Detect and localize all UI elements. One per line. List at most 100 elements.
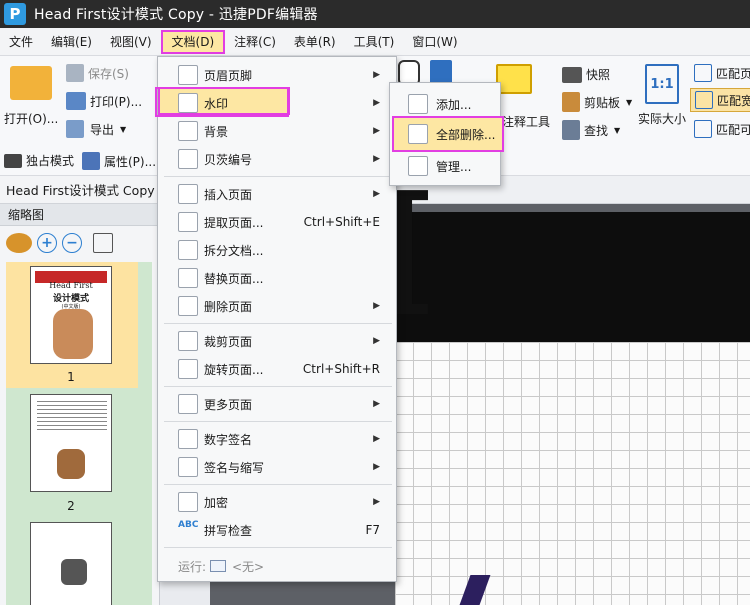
replace-page-icon — [178, 268, 198, 288]
crown-icon — [4, 153, 22, 168]
delete-watermark-icon — [408, 124, 428, 144]
note-tool-icon-button[interactable] — [496, 64, 532, 94]
menu-separator — [164, 547, 392, 548]
clipboard-button[interactable]: 剪贴板 ▼ — [562, 92, 632, 112]
page-photo-image — [61, 559, 87, 585]
page-text-lines — [37, 401, 107, 431]
folder-icon — [10, 66, 53, 100]
menu-insert-pages[interactable]: 插入页面 ▶ — [160, 181, 394, 207]
thumbnail-page-1[interactable]: Head First 设计模式 (中文版) — [30, 266, 112, 364]
save-button[interactable]: 保存(S) — [66, 64, 129, 82]
document-menu-dropdown: 页眉页脚 ▶ 水印 ▶ 背景 ▶ 贝茨编号 ▶ 插入页面 ▶ 提取页面... C… — [157, 56, 397, 582]
fit-visible-button[interactable]: 匹配可 — [694, 120, 750, 138]
find-button[interactable]: 查找 ▼ — [562, 120, 620, 140]
menu-separator — [164, 484, 392, 485]
submenu-delete-all-watermarks[interactable]: 全部删除... — [392, 121, 498, 147]
menu-extract-pages[interactable]: 提取页面... Ctrl+Shift+E — [160, 209, 394, 235]
find-icon — [562, 120, 580, 140]
menu-separator — [164, 386, 392, 387]
watermark-submenu: 添加... 全部删除... 管理... — [389, 82, 504, 186]
actual-size-icon: 1:1 — [645, 64, 679, 104]
properties-button[interactable]: 属性(P)... — [82, 152, 156, 170]
menu-split-document[interactable]: 拆分文档... — [160, 237, 394, 263]
submenu-arrow-icon: ▶ — [373, 497, 380, 507]
crop-page-icon — [178, 331, 198, 351]
menu-rotate-pages[interactable]: 旋转页面... Ctrl+Shift+R — [160, 356, 394, 382]
page-header-dark-area — [395, 212, 750, 342]
chevron-down-icon: ▼ — [614, 125, 621, 135]
fit-visible-icon — [694, 120, 712, 138]
run-value: <无> — [232, 559, 265, 574]
menu-form[interactable]: 表单(R) — [285, 30, 345, 54]
options-gear-icon[interactable] — [6, 233, 32, 253]
open-label: 打开(O)... — [4, 112, 59, 126]
print-button[interactable]: 打印(P)... — [66, 92, 142, 110]
more-pages-icon — [178, 394, 198, 414]
menu-comment[interactable]: 注释(C) — [225, 30, 285, 54]
export-icon — [66, 120, 84, 138]
menu-run-action[interactable]: 运行: <无> — [160, 553, 394, 579]
split-document-icon — [178, 240, 198, 260]
thumbnail-list: Head First 设计模式 (中文版) 1 2 — [6, 262, 152, 605]
cover-title: Head First — [49, 281, 93, 290]
page-photo-image — [57, 449, 85, 479]
fit-width-button[interactable]: 匹配宽 — [690, 88, 750, 112]
menu-view[interactable]: 视图(V) — [101, 30, 161, 54]
run-label: 运行: — [178, 559, 207, 574]
open-button[interactable]: 打开(O)... — [4, 66, 58, 127]
menu-edit[interactable]: 编辑(E) — [42, 30, 101, 54]
export-button[interactable]: 导出 ▼ — [66, 120, 126, 138]
menu-tools[interactable]: 工具(T) — [345, 30, 404, 54]
fit-width-icon — [695, 91, 713, 109]
zoom-out-icon[interactable]: − — [62, 233, 82, 253]
rotate-shortcut: Ctrl+Shift+R — [302, 362, 380, 376]
chevron-down-icon: ▼ — [120, 124, 127, 134]
submenu-manage-watermarks[interactable]: 管理... — [392, 153, 498, 179]
sticky-note-icon — [496, 64, 532, 94]
menu-crop-pages[interactable]: 裁剪页面 ▶ — [160, 328, 394, 354]
thumbnail-panel: 缩略图 + − Head First 设计模式 (中文版) 1 2 — [0, 204, 160, 605]
submenu-arrow-icon: ▶ — [373, 154, 380, 164]
thumbnail-toolbar: + − — [0, 226, 159, 260]
unique-mode-button[interactable]: 独占模式 — [4, 152, 74, 169]
menu-spell-check[interactable]: ABC 拼写检查 F7 — [160, 517, 394, 543]
watermark-item-highlight-box — [155, 87, 289, 117]
printer-icon — [66, 92, 86, 110]
cover-photo-image — [53, 309, 93, 359]
page-number-2: 2 — [67, 499, 75, 513]
menu-sign-initials[interactable]: 签名与缩写 ▶ — [160, 454, 394, 480]
submenu-arrow-icon: ▶ — [373, 189, 380, 199]
document-page — [395, 212, 750, 605]
menu-digital-signature[interactable]: 数字签名 ▶ — [160, 426, 394, 452]
clipboard-icon — [562, 92, 580, 112]
menu-window[interactable]: 窗口(W) — [403, 30, 466, 54]
menu-more-pages[interactable]: 更多页面 ▶ — [160, 391, 394, 417]
snapshot-button[interactable]: 快照 — [562, 66, 610, 83]
note-tool-button[interactable]: 注释工具 — [502, 113, 550, 130]
thumbnail-page-3[interactable] — [30, 522, 112, 605]
manage-watermark-icon — [408, 156, 428, 176]
menu-bates-numbering[interactable]: 贝茨编号 ▶ — [160, 146, 394, 172]
menu-replace-pages[interactable]: 替换页面... — [160, 265, 394, 291]
zoom-in-icon[interactable]: + — [37, 233, 57, 253]
encrypt-icon — [178, 492, 198, 512]
sign-initials-icon — [178, 457, 198, 477]
submenu-arrow-icon: ▶ — [373, 434, 380, 444]
menu-encrypt[interactable]: 加密 ▶ — [160, 489, 394, 515]
submenu-add-watermark[interactable]: 添加... — [392, 91, 498, 117]
menu-separator — [164, 176, 392, 177]
fit-page-button[interactable]: 匹配页 — [694, 64, 750, 82]
menu-header-footer[interactable]: 页眉页脚 ▶ — [160, 62, 394, 88]
menu-file[interactable]: 文件 — [0, 30, 42, 54]
submenu-arrow-icon: ▶ — [373, 98, 380, 108]
properties-icon — [82, 152, 100, 170]
bates-number-icon — [178, 149, 198, 169]
rotate-left-icon[interactable] — [93, 233, 113, 253]
actual-size-button[interactable]: 1:1 实际大小 — [638, 64, 686, 127]
menu-document[interactable]: 文档(D) — [160, 29, 226, 54]
thumbnail-page-2[interactable] — [30, 394, 112, 492]
insert-page-icon — [178, 184, 198, 204]
menu-background[interactable]: 背景 ▶ — [160, 118, 394, 144]
chevron-down-icon: ▼ — [626, 97, 633, 107]
menu-delete-pages[interactable]: 删除页面 ▶ — [160, 293, 394, 319]
